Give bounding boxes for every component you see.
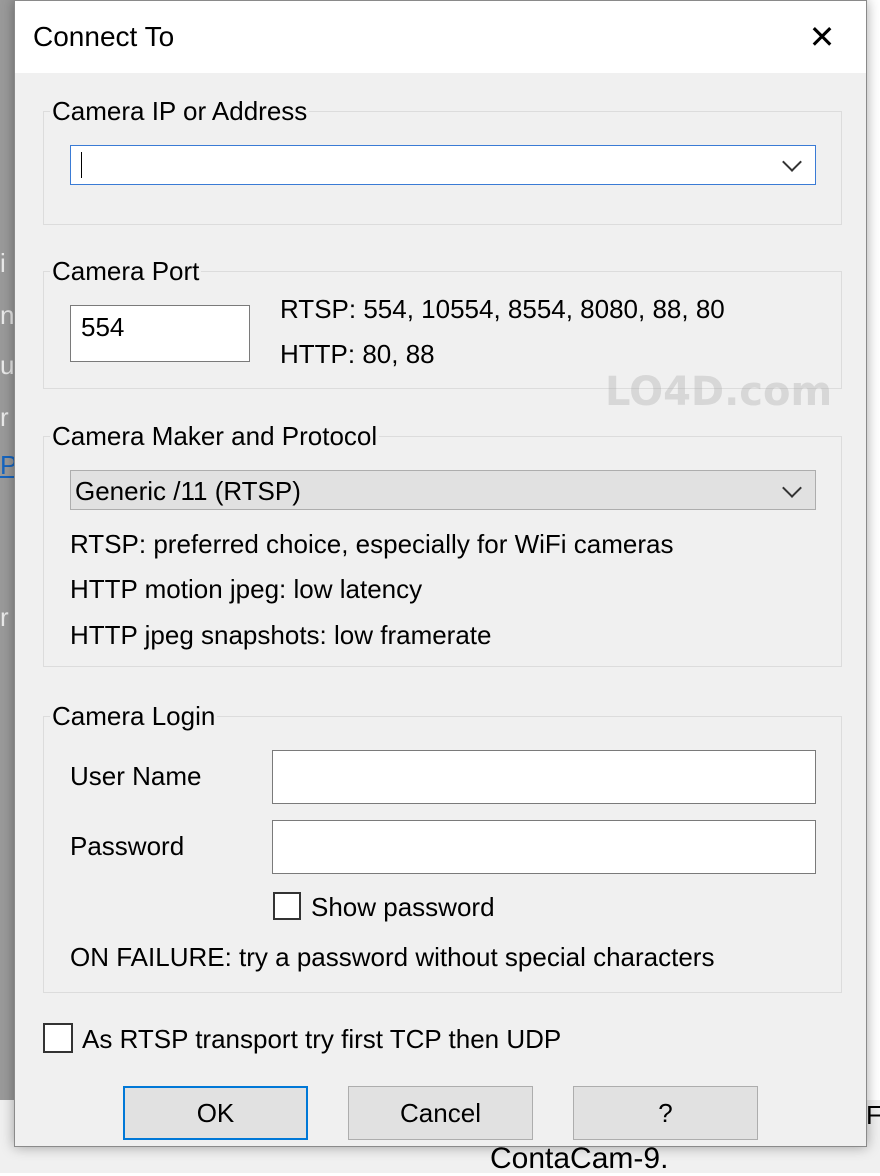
close-icon: ✕ bbox=[808, 19, 836, 55]
help-button[interactable]: ? bbox=[573, 1086, 758, 1140]
background-text-fragment: n bbox=[0, 302, 14, 328]
background-app-edge bbox=[0, 0, 14, 1173]
protocol-note: HTTP motion jpeg: low latency bbox=[70, 574, 423, 604]
close-button[interactable]: ✕ bbox=[778, 1, 866, 73]
tcp-transport-label[interactable]: As RTSP transport try first TCP then UDP bbox=[82, 1024, 561, 1055]
failure-hint: ON FAILURE: try a password without speci… bbox=[70, 942, 715, 972]
dialog-titlebar: Connect To ✕ bbox=[15, 1, 866, 73]
address-group: Camera IP or Address bbox=[43, 96, 842, 225]
background-right-fragment: F bbox=[866, 1100, 880, 1130]
username-label: User Name bbox=[70, 761, 202, 791]
http-ports-info: HTTP: 80, 88 bbox=[280, 339, 435, 369]
maker-group-label: Camera Maker and Protocol bbox=[50, 421, 380, 451]
background-text-fragment: i bbox=[0, 250, 6, 276]
protocol-note: HTTP jpeg snapshots: low framerate bbox=[70, 620, 492, 650]
login-group-label: Camera Login bbox=[50, 701, 218, 731]
cancel-button[interactable]: Cancel bbox=[348, 1086, 533, 1140]
camera-port-input[interactable]: 554 bbox=[70, 305, 250, 362]
maker-protocol-group: Camera Maker and Protocol Generic /11 (R… bbox=[43, 421, 842, 667]
connect-to-dialog: Connect To ✕ Camera IP or Address Camera… bbox=[14, 0, 867, 1147]
text-caret bbox=[81, 152, 82, 178]
background-text-fragment: r bbox=[0, 604, 9, 630]
camera-maker-selected: Generic /11 (RTSP) bbox=[75, 476, 301, 506]
login-group: Camera Login User Name Password Show pas… bbox=[43, 701, 842, 993]
password-input[interactable] bbox=[272, 820, 816, 874]
rtsp-ports-info: RTSP: 554, 10554, 8554, 8080, 88, 80 bbox=[280, 294, 725, 324]
address-group-label: Camera IP or Address bbox=[50, 96, 310, 126]
help-button-label: ? bbox=[658, 1097, 673, 1128]
dialog-title: Connect To bbox=[33, 21, 175, 52]
background-text-fragment: r bbox=[0, 404, 9, 430]
port-group-label: Camera Port bbox=[50, 256, 202, 286]
cancel-button-label: Cancel bbox=[400, 1097, 481, 1128]
ok-button[interactable]: OK bbox=[123, 1086, 308, 1140]
chevron-down-icon bbox=[782, 478, 802, 498]
camera-address-combobox[interactable] bbox=[70, 145, 816, 185]
password-label: Password bbox=[70, 831, 185, 861]
show-password-checkbox[interactable] bbox=[273, 892, 301, 920]
camera-maker-select[interactable]: Generic /11 (RTSP) bbox=[70, 470, 816, 510]
watermark: LO4D.com bbox=[605, 369, 833, 415]
ok-button-label: OK bbox=[196, 1097, 235, 1128]
show-password-label[interactable]: Show password bbox=[311, 892, 495, 923]
background-link-fragment[interactable]: P bbox=[0, 452, 14, 478]
protocol-note: RTSP: preferred choice, especially for W… bbox=[70, 529, 674, 559]
background-file-label: ContaCam-9. bbox=[490, 1142, 669, 1175]
background-text-fragment: u bbox=[0, 352, 14, 378]
username-input[interactable] bbox=[272, 750, 816, 804]
chevron-down-icon[interactable] bbox=[782, 152, 802, 172]
camera-port-value: 554 bbox=[81, 312, 125, 342]
tcp-transport-checkbox[interactable] bbox=[43, 1023, 73, 1053]
